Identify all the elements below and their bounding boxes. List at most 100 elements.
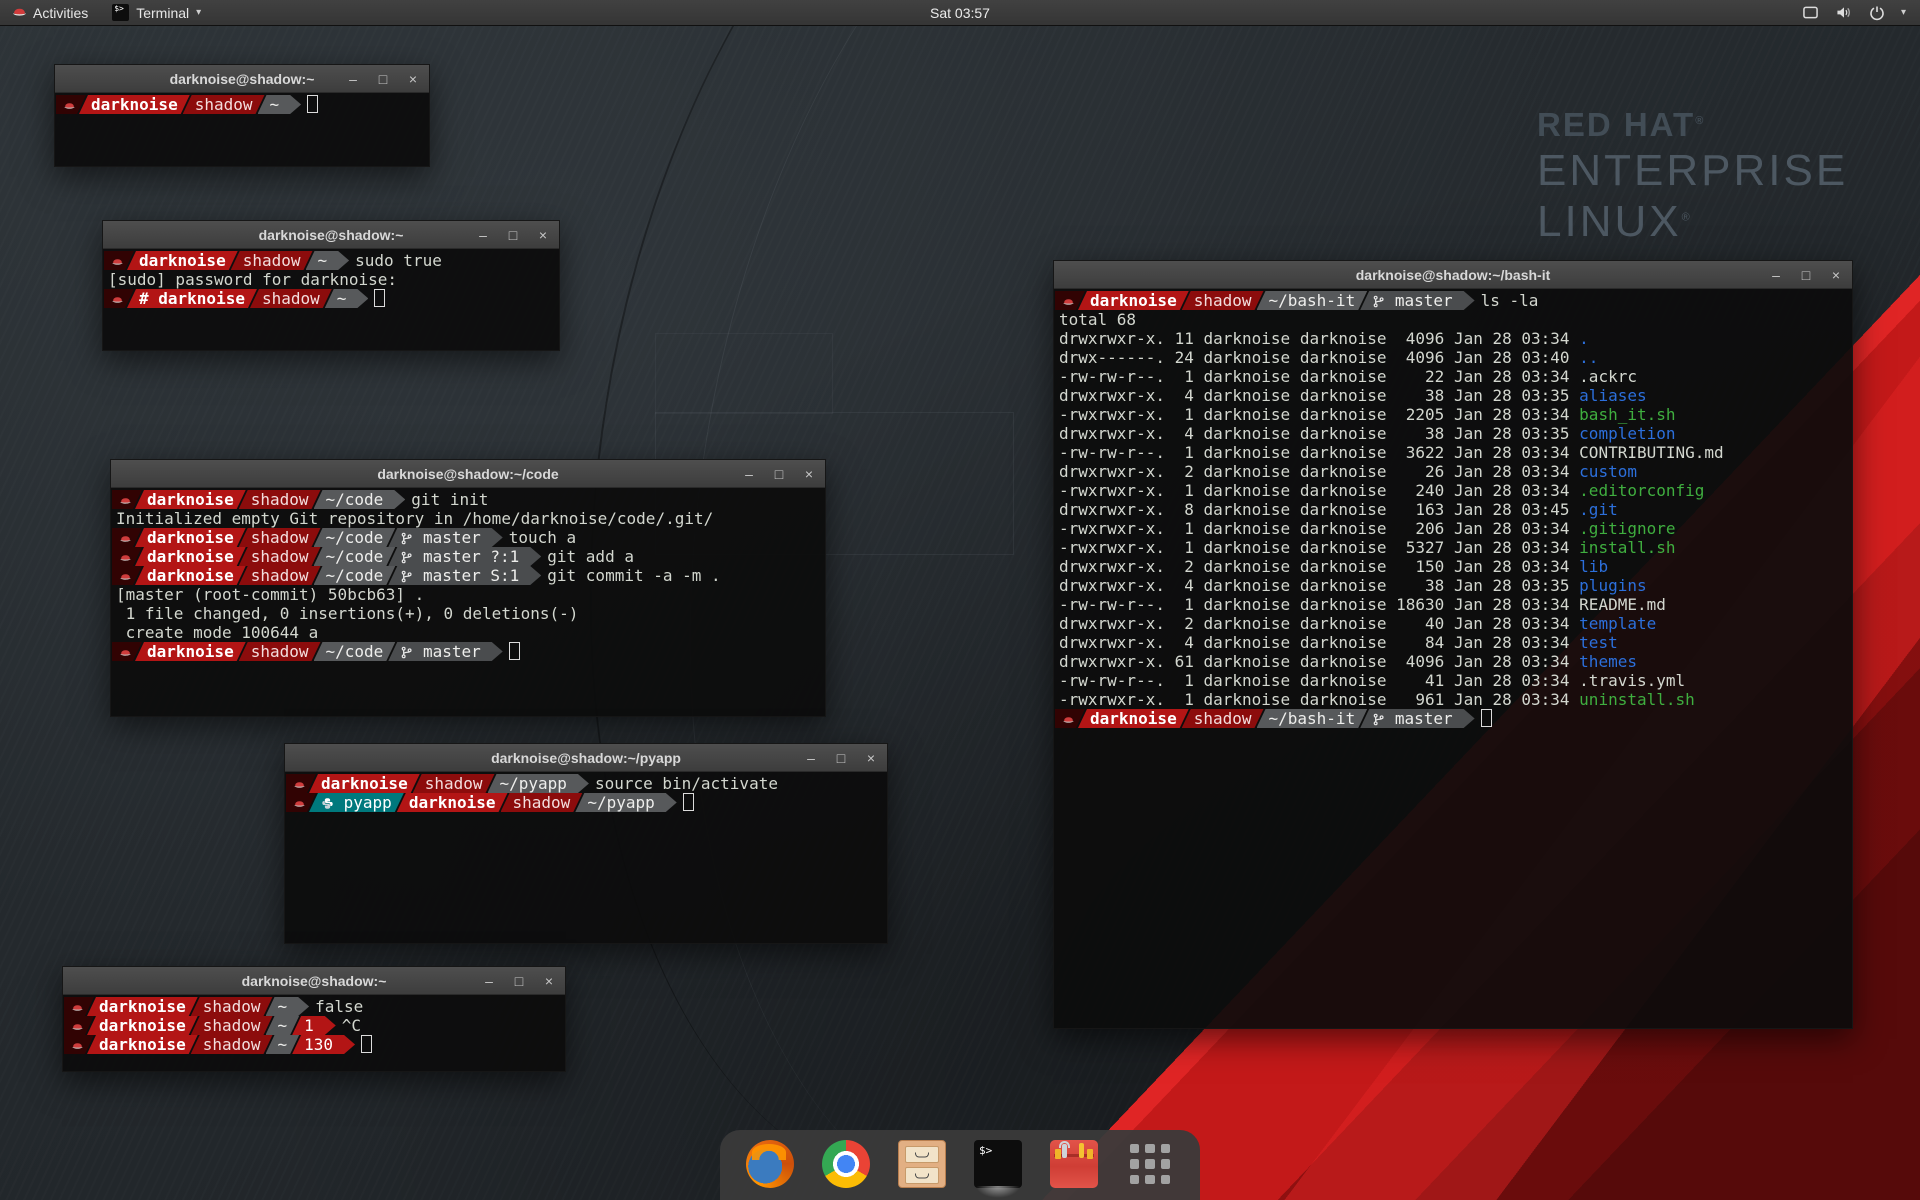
prompt-segment-user: darknoise: [135, 547, 246, 566]
terminal-content[interactable]: darknoiseshadow~sudo true[sudo] password…: [103, 249, 559, 350]
terminal-content[interactable]: darknoiseshadow~falsedarknoiseshadow~1^C…: [63, 995, 565, 1071]
redhat-icon: [119, 549, 132, 568]
close-button[interactable]: ×: [1828, 267, 1844, 283]
file-name: .travis.yml: [1579, 671, 1685, 690]
redhat-icon: [111, 291, 124, 310]
dock-item-files[interactable]: [898, 1140, 946, 1188]
window-title: darknoise@shadow:~/code: [377, 466, 558, 482]
window-title: darknoise@shadow:~/pyapp: [491, 750, 681, 766]
window-titlebar[interactable]: darknoise@shadow:~/code – □ ×: [111, 460, 825, 488]
terminal-line: # darknoiseshadow~: [104, 289, 559, 308]
terminal-content[interactable]: darknoiseshadow~: [55, 93, 429, 166]
prompt-segment-host: shadow: [501, 793, 583, 812]
ls-row-columns: drwxrwxr-x. 8 darknoise darknoise 163 Ja…: [1055, 500, 1579, 519]
prompt-segment-user: darknoise: [135, 528, 246, 547]
close-button[interactable]: ×: [541, 973, 557, 989]
maximize-button[interactable]: □: [833, 750, 849, 766]
dock-item-app-grid[interactable]: [1126, 1140, 1174, 1188]
dock-item-toolbox[interactable]: [1050, 1140, 1098, 1188]
terminal-line: -rwxrwxr-x. 1 darknoise darknoise 2205 J…: [1055, 405, 1852, 424]
prompt-segment-host: shadow: [231, 251, 313, 270]
terminal-line: darknoiseshadow~: [56, 95, 429, 114]
terminal-line: drwxrwxr-x. 4 darknoise darknoise 84 Jan…: [1055, 633, 1852, 652]
maximize-button[interactable]: □: [505, 227, 521, 243]
close-button[interactable]: ×: [863, 750, 879, 766]
window-titlebar[interactable]: darknoise@shadow:~/bash-it – □ ×: [1054, 261, 1852, 289]
terminal-line: 1 file changed, 0 insertions(+), 0 delet…: [112, 604, 825, 623]
file-name: .: [1579, 329, 1589, 348]
window-title: darknoise@shadow:~: [170, 71, 315, 87]
power-icon[interactable]: [1869, 5, 1885, 21]
output-text: total 68: [1055, 310, 1136, 329]
terminal-line: -rw-rw-r--. 1 darknoise darknoise 3622 J…: [1055, 443, 1852, 462]
dock-item-terminal[interactable]: $>: [974, 1140, 1022, 1188]
prompt-segment-host: shadow: [191, 1035, 273, 1054]
ls-row-columns: -rw-rw-r--. 1 darknoise darknoise 18630 …: [1055, 595, 1579, 614]
activities-button[interactable]: Activities: [0, 0, 100, 25]
file-name: plugins: [1579, 576, 1646, 595]
terminal-line: darknoiseshadow~false: [64, 997, 565, 1016]
maximize-button[interactable]: □: [375, 71, 391, 87]
window-titlebar[interactable]: darknoise@shadow:~/pyapp – □ ×: [285, 744, 887, 772]
top-bar: Activities $> Terminal ▾ Sat 03:57 ▾: [0, 0, 1920, 26]
app-menu-terminal[interactable]: $> Terminal ▾: [100, 0, 213, 25]
maximize-button[interactable]: □: [511, 973, 527, 989]
terminal-window-home-2: darknoise@shadow:~ – □ × darknoiseshadow…: [62, 966, 566, 1072]
display-icon[interactable]: [1802, 5, 1819, 20]
ls-row-columns: drwxrwxr-x. 4 darknoise darknoise 38 Jan…: [1055, 424, 1579, 443]
terminal-window-sudo: darknoise@shadow:~ – □ × darknoiseshadow…: [102, 220, 560, 351]
minimize-button[interactable]: –: [345, 71, 361, 87]
file-name: lib: [1579, 557, 1608, 576]
file-name: aliases: [1579, 386, 1646, 405]
window-titlebar[interactable]: darknoise@shadow:~ – □ ×: [55, 65, 429, 93]
brand-line-linux: LINUX®: [1537, 197, 1848, 247]
ls-row-columns: drwxrwxr-x. 61 darknoise darknoise 4096 …: [1055, 652, 1579, 671]
minimize-button[interactable]: –: [803, 750, 819, 766]
minimize-button[interactable]: –: [481, 973, 497, 989]
git-branch-icon: [1372, 711, 1385, 730]
clock[interactable]: Sat 03:57: [0, 5, 1920, 21]
output-text: 1 file changed, 0 insertions(+), 0 delet…: [112, 604, 578, 623]
prompt-segment-host: shadow: [183, 95, 265, 114]
close-button[interactable]: ×: [535, 227, 551, 243]
redhat-icon: [119, 568, 132, 587]
prompt-segment-path: ~/code: [314, 528, 396, 547]
volume-icon[interactable]: [1835, 5, 1853, 20]
terminal-line: darknoiseshadow~/codegit init: [112, 490, 825, 509]
terminal-line: pyappdarknoiseshadow~/pyapp: [286, 793, 887, 812]
redhat-icon: [71, 999, 84, 1018]
file-name: uninstall.sh: [1579, 690, 1695, 709]
redhat-icon: [1062, 711, 1075, 730]
close-button[interactable]: ×: [801, 466, 817, 482]
brand-line-redhat: RED HAT®: [1537, 106, 1848, 144]
terminal-cursor: [1481, 709, 1492, 727]
minimize-button[interactable]: –: [741, 466, 757, 482]
window-titlebar[interactable]: darknoise@shadow:~ – □ ×: [63, 967, 565, 995]
command-text: git init: [411, 490, 488, 509]
terminal-line: drwxrwxr-x. 2 darknoise darknoise 150 Ja…: [1055, 557, 1852, 576]
ls-row-columns: -rwxrwxr-x. 1 darknoise darknoise 961 Ja…: [1055, 690, 1579, 709]
window-titlebar[interactable]: darknoise@shadow:~ – □ ×: [103, 221, 559, 249]
terminal-window-pyapp: darknoise@shadow:~/pyapp – □ × darknoise…: [284, 743, 888, 944]
dock-item-chrome[interactable]: [822, 1140, 870, 1188]
dock-item-firefox[interactable]: [746, 1140, 794, 1188]
command-text: sudo true: [355, 251, 442, 270]
minimize-button[interactable]: –: [475, 227, 491, 243]
prompt-segment-user: darknoise: [1078, 709, 1189, 728]
file-name: install.sh: [1579, 538, 1675, 557]
ls-row-columns: -rw-rw-r--. 1 darknoise darknoise 41 Jan…: [1055, 671, 1579, 690]
chevron-down-icon[interactable]: ▾: [1901, 7, 1906, 18]
maximize-button[interactable]: □: [1798, 267, 1814, 283]
prompt-segment-path: ~/code: [314, 547, 396, 566]
terminal-content[interactable]: darknoiseshadow~/pyappsource bin/activat…: [285, 772, 887, 943]
rhel-brand-logo: RED HAT® ENTERPRISE LINUX®: [1537, 106, 1848, 247]
minimize-button[interactable]: –: [1768, 267, 1784, 283]
prompt-segment-host: shadow: [239, 528, 321, 547]
close-button[interactable]: ×: [405, 71, 421, 87]
window-title: darknoise@shadow:~: [259, 227, 404, 243]
file-name: CONTRIBUTING.md: [1579, 443, 1724, 462]
terminal-content[interactable]: darknoiseshadow~/bash-it masterls -latot…: [1054, 289, 1852, 1028]
terminal-content[interactable]: darknoiseshadow~/codegit initInitialized…: [111, 488, 825, 716]
maximize-button[interactable]: □: [771, 466, 787, 482]
file-name: .ackrc: [1579, 367, 1637, 386]
